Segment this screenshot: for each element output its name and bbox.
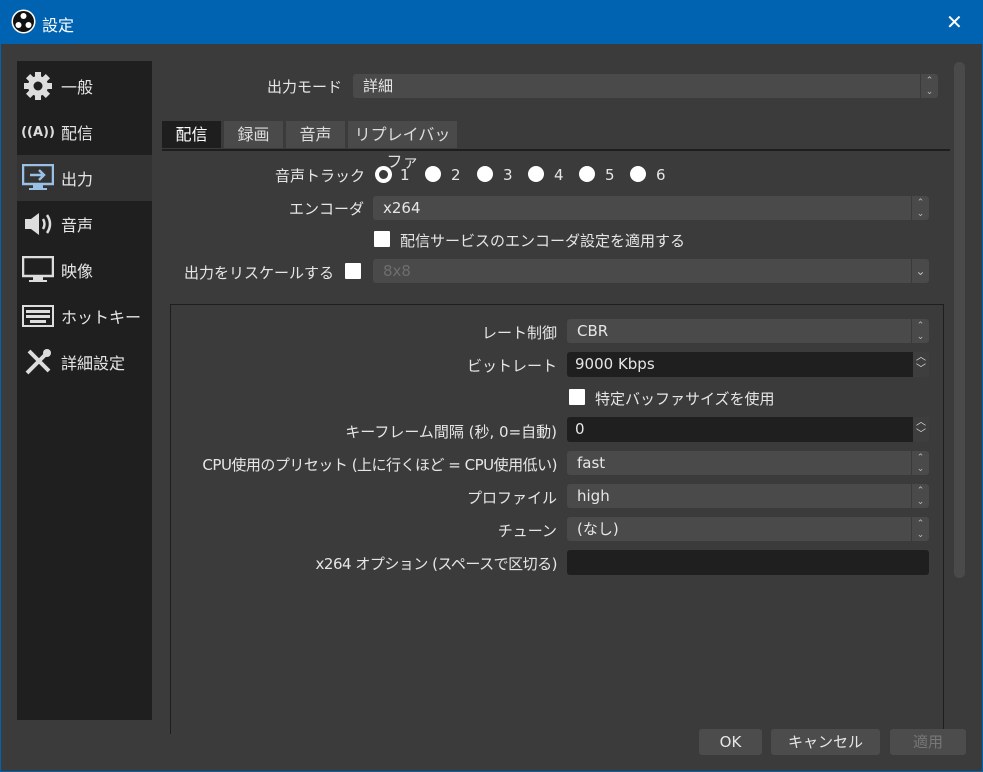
track-radio-6[interactable] — [630, 166, 646, 182]
window-title: 設定 — [42, 16, 75, 35]
profile-label: プロファイル — [466, 489, 557, 507]
keyframe-label: キーフレーム間隔 (秒, 0=自動) — [345, 423, 557, 441]
output-mode-select[interactable]: 詳細 ⌃ ⌄ — [353, 74, 938, 98]
scrollbar-thumb[interactable] — [954, 62, 965, 578]
rescale-checkbox[interactable] — [345, 263, 361, 279]
track-label: 5 — [605, 166, 615, 184]
x264-options-input[interactable] — [567, 550, 929, 575]
track-radio-3[interactable] — [477, 166, 493, 182]
obs-logo-icon — [11, 9, 36, 34]
sidebar-item-label: 一般 — [61, 78, 94, 97]
x264-options-label: x264 オプション (スペースで区切る) — [315, 555, 558, 573]
chevron-down-icon: ⌄ — [911, 259, 929, 283]
keyboard-icon — [21, 301, 55, 331]
output-mode-value: 詳細 — [363, 77, 394, 95]
updown-icon: ⌃ ⌄ — [911, 484, 929, 508]
updown-icon: ⌃ ⌄ — [911, 517, 929, 541]
preset-select[interactable]: fast ⌃ ⌄ — [567, 451, 929, 475]
track-label: 3 — [503, 166, 513, 184]
sidebar-item-output[interactable]: 出力 — [17, 155, 152, 201]
sidebar-item-label: 音声 — [61, 216, 94, 235]
apply-button[interactable]: 適用 — [890, 729, 966, 755]
track-label: 6 — [656, 166, 666, 184]
tools-icon — [21, 347, 55, 377]
gear-icon — [21, 71, 55, 101]
updown-icon: ⌃ ⌄ — [911, 451, 929, 475]
keyframe-spinbox[interactable]: 0 ︿ ﹀ — [567, 417, 929, 442]
speaker-icon — [21, 209, 55, 239]
rate-control-label: レート制御 — [481, 324, 557, 342]
tune-value: (なし) — [577, 520, 619, 538]
preset-value: fast — [577, 454, 606, 472]
output-mode-label: 出力モード — [266, 78, 342, 96]
tune-select[interactable]: (なし) ⌃ ⌄ — [567, 517, 929, 541]
encoder-label: エンコーダ — [288, 200, 364, 218]
sidebar-item-label: 映像 — [61, 262, 94, 281]
tab-divider — [162, 149, 950, 151]
track-label: 1 — [400, 166, 410, 184]
enforce-settings-checkbox[interactable] — [374, 231, 390, 247]
updown-icon: ⌃ ⌄ — [920, 74, 938, 98]
preset-label: CPU使用のプリセット (上に行くほど = CPU使用低い) — [202, 456, 557, 474]
spin-arrows-icon[interactable]: ︿ ﹀ — [913, 352, 929, 377]
encoder-value: x264 — [383, 199, 421, 217]
sidebar-item-video[interactable]: 映像 — [17, 247, 152, 293]
buffer-size-checkbox[interactable] — [569, 389, 585, 405]
tune-label: チューン — [497, 522, 557, 540]
close-button[interactable]: ✕ — [946, 10, 963, 34]
sidebar-item-label: ホットキー — [61, 308, 142, 327]
encoder-select[interactable]: x264 ⌃ ⌄ — [373, 196, 929, 220]
sidebar-item-general[interactable]: 一般 — [17, 63, 152, 109]
track-radio-1[interactable] — [375, 166, 392, 183]
track-label: 4 — [554, 166, 564, 184]
sidebar-item-hotkeys[interactable]: ホットキー — [17, 293, 152, 339]
cancel-button[interactable]: キャンセル — [771, 729, 880, 755]
track-label: 2 — [451, 166, 461, 184]
updown-icon: ⌃ ⌄ — [911, 319, 929, 343]
rescale-value: 8x8 — [383, 262, 411, 280]
audio-track-label: 音声トラック — [274, 167, 365, 185]
enforce-settings-label: 配信サービスのエンコーダ設定を適用する — [400, 232, 686, 250]
monitor-icon — [21, 255, 55, 285]
profile-value: high — [577, 487, 610, 505]
bitrate-spinbox[interactable]: 9000 Kbps ︿ ﹀ — [567, 352, 929, 377]
updown-icon: ⌃ ⌄ — [911, 196, 929, 220]
track-radio-2[interactable] — [425, 166, 441, 182]
sidebar-item-label: 詳細設定 — [61, 354, 126, 373]
buffer-size-label: 特定バッファサイズを使用 — [595, 390, 775, 408]
sidebar-item-advanced[interactable]: 詳細設定 — [17, 339, 152, 385]
keyframe-value: 0 — [575, 420, 585, 438]
sidebar-item-label: 配信 — [61, 124, 94, 143]
bitrate-label: ビットレート — [466, 357, 557, 375]
title-bar: 設定 ✕ — [0, 0, 983, 44]
track-radio-4[interactable] — [528, 166, 544, 182]
track-radio-5[interactable] — [579, 166, 595, 182]
sidebar-item-stream[interactable]: ((A)) 配信 — [17, 109, 152, 155]
rescale-select[interactable]: 8x8 ⌄ — [373, 259, 929, 283]
sidebar-item-label: 出力 — [61, 170, 94, 189]
rate-control-select[interactable]: CBR ⌃ ⌄ — [567, 319, 929, 343]
monitor-arrow-icon — [21, 163, 55, 193]
spin-arrows-icon[interactable]: ︿ ﹀ — [913, 417, 929, 442]
sidebar-item-audio[interactable]: 音声 — [17, 201, 152, 247]
profile-select[interactable]: high ⌃ ⌄ — [567, 484, 929, 508]
antenna-icon: ((A)) — [21, 124, 55, 140]
rate-control-value: CBR — [577, 322, 609, 340]
tab-audio[interactable]: 音声 — [286, 121, 345, 148]
tab-replay-buffer[interactable]: リプレイバッファ — [348, 121, 457, 171]
rescale-label: 出力をリスケールする — [183, 264, 334, 282]
tab-stream[interactable]: 配信 — [162, 121, 221, 148]
bitrate-value: 9000 Kbps — [575, 355, 655, 373]
tab-recording[interactable]: 録画 — [224, 121, 283, 148]
ok-button[interactable]: OK — [699, 729, 762, 755]
